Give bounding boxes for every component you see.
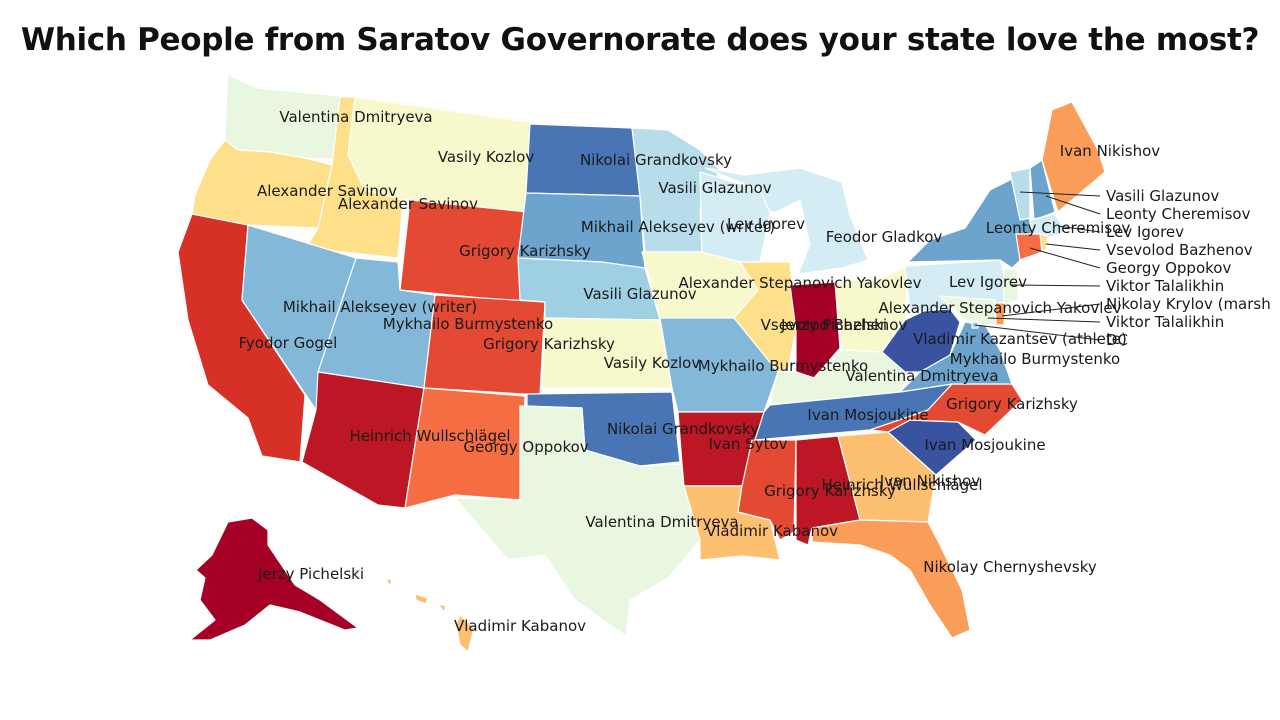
map-label-wv: Vladimir Kazantsev (athlete) [913, 330, 1127, 348]
map-label-hi: Vladimir Kabanov [454, 617, 586, 635]
state-ct[interactable] [1015, 233, 1043, 261]
map-label-pa: Lev Igorev [949, 273, 1027, 291]
callout-label-vt: Vasili Glazunov [1106, 187, 1219, 205]
map-label-fl: Nikolay Chernyshevsky [923, 558, 1097, 576]
callout-line-ri [1045, 243, 1101, 251]
map-label-nv: Fyodor Gogel [239, 334, 338, 352]
callout-label-md: Viktor Talalikhin [1106, 313, 1224, 331]
map-label-ks: Vasily Kozlov [604, 354, 701, 372]
map-label-ut2: Mykhailo Burmystenko [383, 315, 553, 333]
map-label-sd: Mikhail Alekseyev (writer) [581, 218, 775, 236]
state-ks[interactable] [541, 317, 673, 389]
map-label-ak: Jerzy Pichelski [257, 565, 364, 583]
map-label-ut: Mikhail Alekseyev (writer) [283, 298, 477, 316]
map-label-mn: Vasili Glazunov [658, 179, 771, 197]
state-hi[interactable] [384, 577, 475, 653]
map-label-in: Jerzy Pichelski [780, 316, 887, 334]
map-label-va: Mykhailo Burmystenko [950, 350, 1120, 368]
map-label-mi: Feodor Gladkov [826, 228, 943, 246]
map-label-ms: Grigory Karizhsky [764, 482, 896, 500]
map-label-ar: Ivan Sytov [708, 435, 787, 453]
callout-label-ri: Vsevolod Bazhenov [1106, 241, 1253, 259]
map-label-ne: Vasili Glazunov [583, 285, 696, 303]
callout-label-dc: DC [1106, 331, 1128, 349]
map-label-id: Alexander Savinov [338, 195, 478, 213]
callout-label-ct: Georgy Oppokov [1106, 259, 1231, 277]
callout-label-de: Nikolay Krylov (marsh [1106, 295, 1271, 313]
us-choropleth-map: Valentina Dmitryeva Vasily Kozlov Nikolai … [177, 74, 1271, 653]
map-label-nc: Grigory Karizhsky [946, 395, 1078, 413]
map-label-ia: Alexander Stepanovich Yakovlev [678, 274, 921, 292]
map-label-sc: Ivan Mosjoukine [924, 436, 1045, 454]
map-label-nd: Nikolai Grandkovsky [580, 151, 732, 169]
map-label-mo: Mykhailo Burmystenko [698, 357, 868, 375]
callout-labels: Vasili GlazunovLeonty CheremisovLev Igor… [1106, 187, 1271, 349]
map-label-mt: Vasily Kozlov [438, 148, 535, 166]
callout-line-ct [1029, 247, 1101, 269]
callout-label-nh: Leonty Cheremisov [1106, 205, 1251, 223]
callout-label-ma: Lev Igorev [1106, 223, 1184, 241]
map-label-oh: Alexander Stepanovich Yakovlev [878, 299, 1121, 317]
map-label-wy: Grigory Karizhsky [459, 242, 591, 260]
map-label-ky: Valentina Dmitryeva [845, 367, 998, 385]
map-label-wa: Valentina Dmitryeva [279, 108, 432, 126]
map-label-nm: Georgy Oppokov [463, 438, 588, 456]
map-label-tn: Ivan Mosjoukine [807, 406, 928, 424]
map-label-co: Grigory Karizhsky [483, 335, 615, 353]
callout-label-nj: Viktor Talalikhin [1106, 277, 1224, 295]
map-label-la: Vladimir Kabanov [706, 522, 838, 540]
map-label-me: Ivan Nikishov [1060, 142, 1161, 160]
